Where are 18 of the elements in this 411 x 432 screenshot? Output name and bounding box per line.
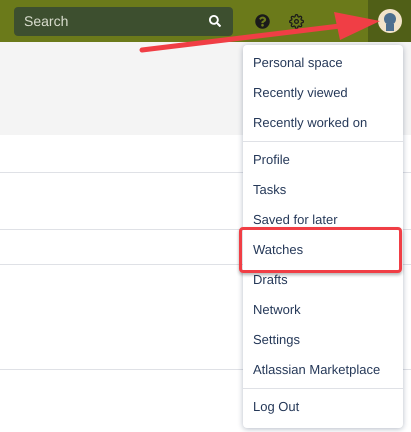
menu-item[interactable]: Tasks — [243, 175, 403, 205]
menu-item[interactable]: Personal space — [243, 48, 403, 78]
menu-item[interactable]: Watches — [243, 235, 403, 265]
help-icon[interactable] — [255, 14, 270, 28]
avatar-icon — [378, 9, 402, 33]
avatar-button[interactable] — [368, 0, 411, 42]
menu-item[interactable]: Saved for later — [243, 205, 403, 235]
menu-item[interactable]: Recently viewed — [243, 78, 403, 108]
menu-item[interactable]: Atlassian Marketplace — [243, 355, 403, 385]
settings-icon[interactable] — [289, 14, 304, 28]
menu-item[interactable]: Settings — [243, 325, 403, 355]
menu-item[interactable]: Log Out — [243, 392, 403, 422]
menu-item[interactable]: Profile — [243, 145, 403, 175]
menu-item[interactable]: Network — [243, 295, 403, 325]
search-icon — [209, 14, 221, 26]
menu-item[interactable]: Recently worked on — [243, 108, 403, 138]
menu-item[interactable]: Drafts — [243, 265, 403, 295]
search-field[interactable]: Search — [14, 6, 233, 36]
